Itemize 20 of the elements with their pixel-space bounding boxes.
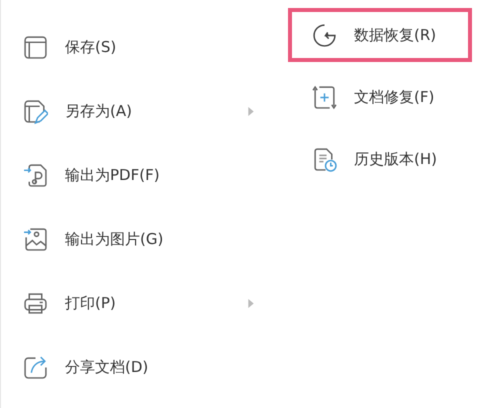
submenu-arrow-icon — [248, 106, 254, 116]
image-icon — [23, 226, 48, 252]
restore-icon — [312, 22, 337, 48]
document-plus-icon — [312, 84, 337, 110]
submenu-item[interactable]: 数据恢复(R) — [288, 8, 472, 62]
submenu-item[interactable]: 文档修复(F) — [288, 70, 472, 124]
save-as-icon — [23, 98, 48, 124]
menu-item[interactable]: 保存(S) — [1, 15, 260, 79]
share-icon — [23, 354, 48, 380]
submenu-item[interactable]: 历史版本(H) — [288, 132, 472, 186]
menu-item[interactable]: 输出为PDF(F) — [1, 143, 260, 207]
printer-icon — [23, 290, 48, 316]
menu-item[interactable]: 另存为(A) — [1, 79, 260, 143]
pdf-file-icon — [23, 162, 48, 188]
menu-item[interactable]: 输出为图片(G) — [1, 207, 260, 271]
submenu-arrow-icon — [248, 298, 254, 308]
save-icon — [23, 34, 48, 60]
document-clock-icon — [312, 146, 337, 172]
menu-item[interactable]: 打印(P) — [1, 271, 260, 335]
menu-item[interactable]: 分享文档(D) — [1, 335, 260, 399]
